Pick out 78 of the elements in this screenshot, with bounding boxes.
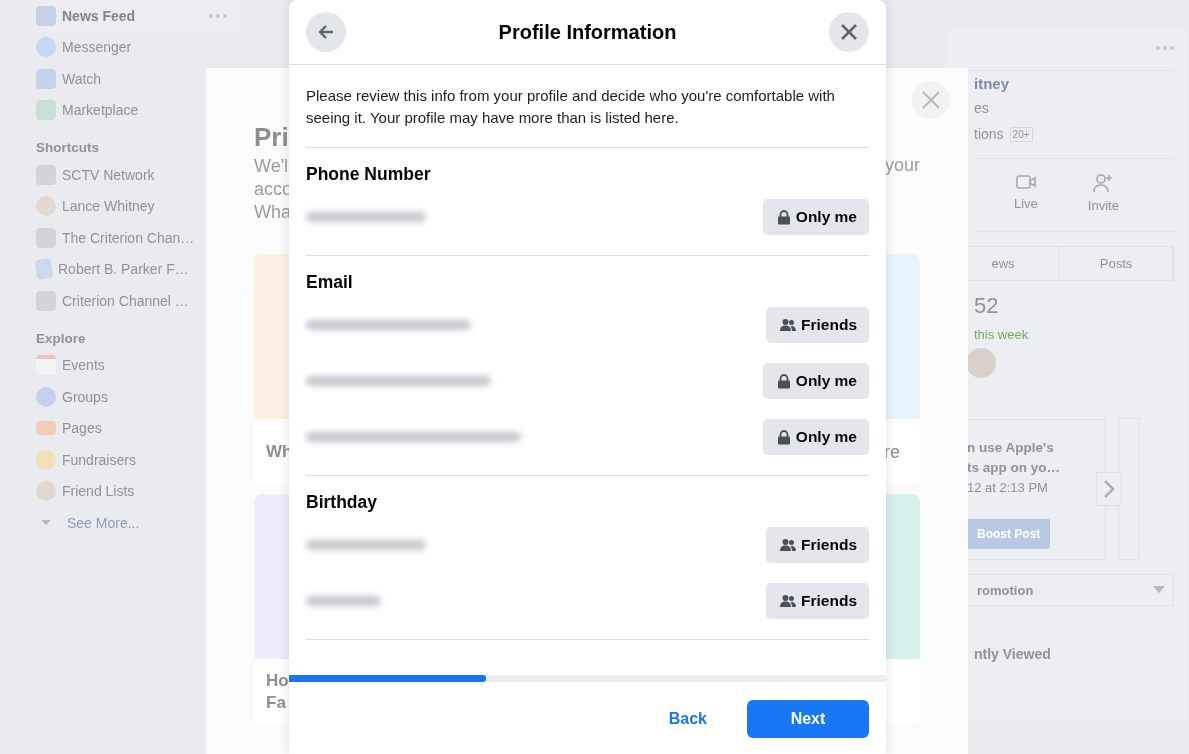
app-icon [36, 5, 56, 26]
section-heading: Birthday [306, 492, 378, 513]
back-link[interactable]: Back [662, 709, 713, 729]
sidebar-item[interactable]: Events [36, 349, 241, 381]
app-icon [36, 37, 56, 58]
page-info: tions [974, 126, 1004, 142]
close-button[interactable] [829, 12, 869, 52]
lock-icon [776, 373, 791, 389]
dialog-text: Wha [254, 201, 292, 224]
close-icon [921, 90, 941, 110]
video-camera-icon [1015, 173, 1036, 191]
add-person-icon [1093, 173, 1114, 193]
back-button[interactable] [306, 12, 346, 52]
sidebar-item[interactable]: Criterion Channel … [36, 285, 241, 317]
see-more-link[interactable]: See More... [36, 507, 241, 539]
lock-icon [776, 429, 791, 445]
count-badge: 20+ [1009, 126, 1033, 142]
like-count: 52 [974, 293, 1000, 319]
sidebar-item[interactable]: Fundraisers [36, 444, 241, 476]
app-icon [34, 258, 54, 281]
close-icon [840, 23, 858, 41]
dialog-title: Profile Information [498, 20, 677, 44]
section-heading: ntly Viewed [974, 646, 1052, 662]
more-icon[interactable] [1156, 46, 1174, 50]
section-heading: Phone Number [306, 164, 432, 185]
sidebar-item[interactable]: Watch [36, 63, 241, 95]
audience-button[interactable]: Only me [762, 363, 869, 399]
audience-button[interactable]: Only me [762, 199, 869, 235]
app-icon [36, 68, 56, 89]
people-icon [780, 538, 796, 552]
more-icon[interactable] [209, 13, 227, 18]
avatar-icon [36, 196, 56, 217]
sidebar-item[interactable]: Messenger [36, 31, 241, 63]
card-title: Ho [266, 669, 290, 692]
lock-icon [776, 209, 791, 225]
back-arrow-icon [318, 25, 334, 39]
app-icon [36, 386, 56, 407]
sidebar-item[interactable]: Robert B. Parker F… [36, 253, 241, 285]
intro-text: Please review this info from your profile and decide who you're comfortable with seeing it. Your profile may have more than is listed here. [306, 85, 869, 148]
boost-post-button[interactable]: Boost Post [967, 518, 1051, 549]
people-icon [780, 594, 796, 608]
sidebar-item[interactable]: Lance Whitney [36, 190, 241, 222]
post-title: ts app on yo… [967, 458, 1061, 477]
page-name: itney [974, 75, 1010, 92]
avatar-icon [966, 348, 996, 378]
sidebar-item[interactable]: Groups [36, 381, 241, 413]
audience-button[interactable]: Friends [766, 583, 869, 619]
sidebar-item[interactable]: The Criterion Chan… [36, 222, 241, 254]
live-button[interactable]: Live [1014, 173, 1038, 231]
dialog-text: We'l [254, 155, 290, 178]
section-heading: Email [306, 272, 354, 293]
app-icon [36, 355, 56, 376]
sidebar-item[interactable]: SCTV Network [36, 159, 241, 191]
sidebar-item[interactable]: Pages [36, 412, 241, 444]
avatar-icon [36, 481, 56, 502]
section-heading: Explore [36, 330, 87, 346]
section-heading: Shortcuts [36, 140, 100, 155]
trend-text: this week [974, 327, 1030, 342]
audience-button[interactable]: Friends [766, 527, 869, 563]
page-category: es [974, 100, 990, 116]
post-time: 12 at 2:13 PM [967, 479, 1049, 495]
post-title: n use Apple's [967, 438, 1055, 457]
app-icon [36, 100, 56, 121]
panel-tab[interactable]: Posts [1060, 247, 1173, 280]
sidebar-item[interactable]: Friend Lists [36, 475, 241, 507]
next-button[interactable]: Next [747, 700, 869, 738]
dialog-title: Pri [254, 122, 290, 153]
next-arrow-button[interactable] [1096, 472, 1122, 506]
chevron-right-icon [1103, 479, 1115, 499]
people-icon [780, 318, 796, 332]
app-icon [36, 421, 56, 436]
app-icon [36, 449, 56, 470]
sidebar-item[interactable]: Marketplace [36, 94, 241, 126]
audience-button[interactable]: Only me [762, 419, 869, 455]
invite-button[interactable]: Invite [1087, 173, 1119, 231]
audience-button[interactable]: Friends [766, 307, 869, 343]
card-title: Fa [266, 691, 287, 714]
dialog-text: your [885, 154, 920, 177]
